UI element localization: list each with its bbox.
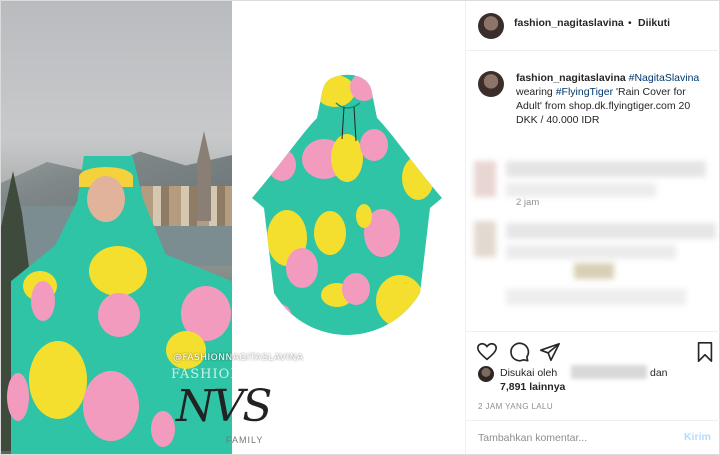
bookmark-icon[interactable]: [694, 341, 716, 363]
village-houses: [141, 186, 232, 226]
blurred-comment: [506, 223, 716, 239]
likes-row: Disukai oleh dan 7,891 lainnya: [466, 363, 720, 393]
blurred-comment: [574, 263, 614, 279]
likes-suffix: dan: [650, 367, 668, 379]
blurred-comment: [506, 183, 656, 197]
nvs-logo-subtitle: FAMILY: [226, 435, 264, 445]
hashtag-brand[interactable]: #FlyingTiger: [556, 86, 613, 98]
poncho-dot: [7, 373, 29, 421]
avatar[interactable]: [478, 13, 504, 39]
caption-text: fashion_nagitaslavina #NagitaSlavina wea…: [516, 71, 711, 127]
caption-text-1: wearing: [516, 86, 553, 98]
post-side-panel: fashion_nagitaslavina • Diikuti fashion_…: [465, 1, 720, 454]
header-separator: •: [628, 17, 632, 29]
follow-status-button[interactable]: Diikuti: [638, 17, 670, 29]
heart-icon[interactable]: [476, 341, 498, 363]
poncho-dot: [29, 341, 87, 419]
header-username[interactable]: fashion_nagitaslavina: [514, 17, 624, 29]
poncho-dot: [31, 281, 55, 321]
caption-timestamp: 2 jam: [516, 197, 540, 208]
caption-avatar[interactable]: [478, 71, 504, 97]
post-age[interactable]: 2 JAM YANG LALU: [478, 402, 553, 411]
send-comment-button[interactable]: Kirim: [684, 431, 711, 443]
blurred-comment: [506, 161, 706, 177]
nvs-logo: NVS: [176, 381, 272, 432]
post-header: fashion_nagitaslavina • Diikuti: [466, 1, 720, 51]
blurred-comment-avatar: [474, 161, 496, 197]
blurred-comment: [506, 289, 686, 305]
share-icon[interactable]: [539, 341, 561, 363]
rain-poncho-image: [252, 74, 442, 335]
comment-box: Kirim: [466, 420, 720, 454]
caption-username[interactable]: fashion_nagitaslavina: [516, 72, 626, 84]
blurred-comment: [506, 245, 676, 259]
person-face: [87, 176, 125, 222]
post-photo[interactable]: @FASHIONNAGITASLAVINA FASHIONNAGITA SLAV…: [1, 1, 464, 454]
liker-avatar[interactable]: [478, 366, 494, 382]
poncho-dot: [83, 371, 139, 441]
watermark-handle: @FASHIONNAGITASLAVINA: [173, 353, 304, 363]
blurred-liker-name: [571, 365, 647, 379]
watermark-name: FASHIONNAGITA SLAVINA: [171, 367, 377, 382]
hashtag-person[interactable]: #NagitaSlavina: [629, 72, 700, 84]
comment-input[interactable]: [478, 429, 668, 447]
poncho-dot: [98, 293, 140, 337]
poncho-dot: [151, 411, 175, 447]
comment-icon[interactable]: [508, 341, 530, 363]
church-tower: [197, 131, 211, 221]
blurred-comment-avatar: [474, 221, 496, 257]
poncho-dot: [166, 331, 206, 369]
likes-count[interactable]: 7,891 lainnya: [500, 381, 565, 393]
likes-prefix: Disukai oleh: [500, 367, 558, 379]
poncho-dot: [89, 246, 147, 296]
